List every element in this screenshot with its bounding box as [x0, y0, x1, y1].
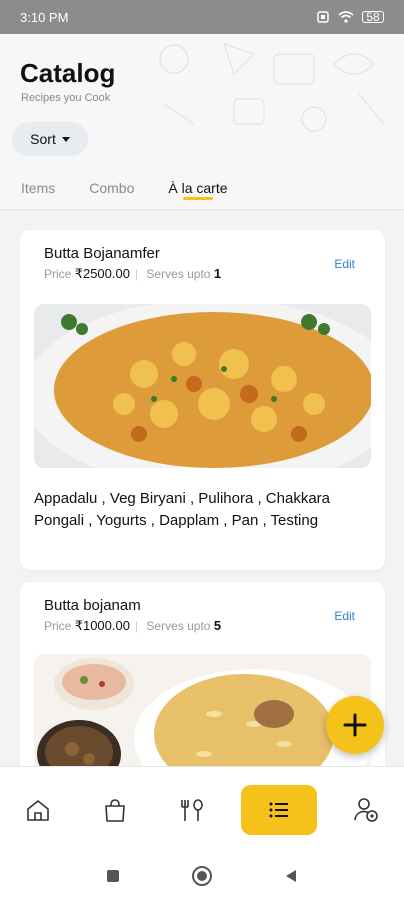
nav-orders[interactable] [87, 782, 143, 838]
fork-spoon-icon [181, 798, 203, 821]
list-icon [269, 802, 288, 817]
recents-icon[interactable] [105, 868, 121, 884]
catalog-list[interactable]: Butta Bojanamfer Price ₹2500.00 | Serves … [0, 214, 404, 766]
status-time: 3:10 PM [20, 9, 69, 25]
edit-button[interactable]: Edit [334, 257, 355, 271]
system-nav-bar [0, 852, 404, 900]
card-meta: Price ₹2500.00 | Serves upto 1 [44, 266, 221, 282]
card-title: Butta Bojanamfer [44, 245, 160, 262]
shopping-bag-icon [105, 798, 125, 822]
page-subtitle: Recipes you Cook [21, 92, 111, 104]
serves-label: Serves upto [146, 619, 211, 633]
price-value: ₹2500.00 [74, 266, 130, 281]
home-icon [27, 799, 50, 821]
dish-image [34, 304, 371, 468]
nav-home[interactable] [10, 782, 66, 838]
tab-a-la-carte[interactable]: À la carte [168, 172, 228, 202]
status-icons: 58 [316, 11, 384, 23]
serves-value: 1 [213, 266, 222, 281]
back-icon[interactable] [283, 868, 299, 884]
divider: | [134, 267, 139, 281]
nav-menu[interactable] [164, 782, 220, 838]
price-label: Price [44, 619, 72, 633]
catalog-card[interactable]: Butta Bojanamfer Price ₹2500.00 | Serves … [20, 230, 385, 570]
sort-label: Sort [30, 131, 56, 147]
biryani-image [34, 654, 371, 766]
header: Catalog Recipes you Cook Sort [0, 34, 404, 174]
plus-icon [343, 713, 367, 737]
tab-bar: Items Combo À la carte [0, 172, 404, 210]
card-title: Butta bojanam [44, 597, 141, 614]
battery-icon: 58 [362, 11, 384, 23]
kitchen-doodle-icon [159, 42, 385, 132]
sort-button[interactable]: Sort [12, 122, 88, 156]
card-meta: Price ₹1000.00 | Serves upto 5 [44, 618, 221, 634]
tab-items[interactable]: Items [21, 172, 55, 202]
serves-label: Serves upto [146, 267, 211, 281]
add-button[interactable] [326, 696, 384, 754]
home-circle-icon[interactable] [191, 865, 213, 887]
card-items: Appadalu , Veg Biryani , Pulihora , Chak… [34, 490, 331, 529]
bottom-nav [0, 766, 404, 852]
nav-catalog[interactable] [240, 784, 317, 835]
user-settings-icon [353, 797, 378, 822]
caret-down-icon [61, 136, 70, 142]
dish-image [34, 654, 371, 766]
aloo-gobi-image [34, 304, 371, 468]
price-label: Price [44, 267, 72, 281]
wifi-icon [338, 11, 354, 23]
edit-button[interactable]: Edit [334, 609, 355, 623]
serves-value: 5 [213, 618, 222, 633]
nav-profile[interactable] [338, 782, 394, 838]
price-value: ₹1000.00 [74, 618, 130, 633]
tab-combo[interactable]: Combo [89, 172, 134, 202]
vibrate-icon [317, 11, 329, 23]
divider: | [134, 619, 139, 633]
status-bar: 3:10 PM 58 [0, 0, 404, 34]
page-title: Catalog [20, 58, 116, 88]
